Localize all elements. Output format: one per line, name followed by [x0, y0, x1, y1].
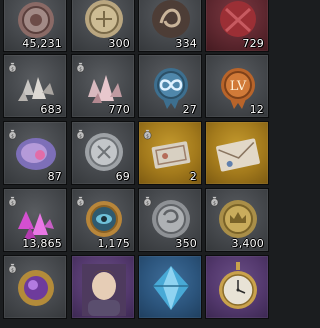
item-quantity: 3,400: [231, 237, 264, 250]
money-bag-icon: $: [75, 58, 86, 73]
money-bag-icon: $: [7, 125, 18, 140]
svg-text:$: $: [146, 200, 149, 205]
money-bag-icon: $: [142, 192, 153, 207]
money-bag-icon: $: [7, 192, 18, 207]
item-quantity: 12: [249, 103, 264, 116]
inventory-slot[interactable]: [138, 255, 202, 319]
svg-text:$: $: [11, 133, 14, 138]
svg-text:$: $: [79, 133, 82, 138]
inventory-slot[interactable]: $350: [138, 188, 202, 252]
money-bag-icon: $: [75, 125, 86, 140]
inventory-slot[interactable]: $1,175: [71, 188, 135, 252]
inventory-slot[interactable]: $13,865: [3, 188, 67, 252]
item-quantity: 729: [242, 37, 264, 50]
inventory-slot[interactable]: 45,231: [3, 0, 67, 52]
svg-text:$: $: [11, 66, 14, 71]
inventory-slot[interactable]: [71, 255, 135, 319]
inventory-slot[interactable]: $770: [71, 54, 135, 118]
letter-icon: [216, 138, 260, 172]
svg-text:$: $: [79, 200, 82, 205]
money-bag-icon: $: [142, 125, 153, 140]
item-quantity: 45,231: [22, 37, 62, 50]
inventory-slot[interactable]: $69: [71, 121, 135, 185]
inventory-slot[interactable]: [205, 121, 269, 185]
item-quantity: 770: [108, 103, 130, 116]
inventory-slot[interactable]: [205, 255, 269, 319]
money-bag-icon: $: [7, 58, 18, 73]
inventory-slot[interactable]: $3,400: [205, 188, 269, 252]
item-quantity: 334: [175, 37, 197, 50]
money-bag-icon: $: [75, 192, 86, 207]
item-quantity: 2: [189, 170, 197, 183]
inventory-slot[interactable]: 27: [138, 54, 202, 118]
inventory-grid: 45,231 300 334 729 $683 $770 27 LV 12 $87 $69 $2 $13…: [0, 0, 274, 328]
level-badge-text: LV: [230, 79, 247, 94]
svg-text:$: $: [79, 66, 82, 71]
item-quantity: 87: [47, 170, 62, 183]
item-quantity: 1,175: [97, 237, 130, 250]
pocket-watch-icon: [219, 262, 257, 309]
svg-text:$: $: [11, 200, 14, 205]
inventory-slot[interactable]: 729: [205, 0, 269, 52]
item-quantity: 300: [108, 37, 130, 50]
inventory-slot[interactable]: $87: [3, 121, 67, 185]
inventory-slot[interactable]: 300: [71, 0, 135, 52]
inventory-slot[interactable]: LV 12: [205, 54, 269, 118]
item-quantity: 350: [175, 237, 197, 250]
money-bag-icon: $: [7, 259, 18, 274]
item-quantity: 683: [40, 103, 62, 116]
svg-text:$: $: [146, 133, 149, 138]
inventory-slot[interactable]: 334: [138, 0, 202, 52]
portrait-icon: [82, 264, 126, 316]
inventory-slot[interactable]: $: [3, 255, 67, 319]
blue-gem-icon: [153, 266, 189, 310]
svg-text:$: $: [11, 267, 14, 272]
item-quantity: 27: [182, 103, 197, 116]
money-bag-icon: $: [209, 192, 220, 207]
inventory-slot[interactable]: $2: [138, 121, 202, 185]
inventory-slot[interactable]: $683: [3, 54, 67, 118]
svg-text:$: $: [213, 200, 216, 205]
item-quantity: 13,865: [22, 237, 62, 250]
item-quantity: 69: [115, 170, 130, 183]
